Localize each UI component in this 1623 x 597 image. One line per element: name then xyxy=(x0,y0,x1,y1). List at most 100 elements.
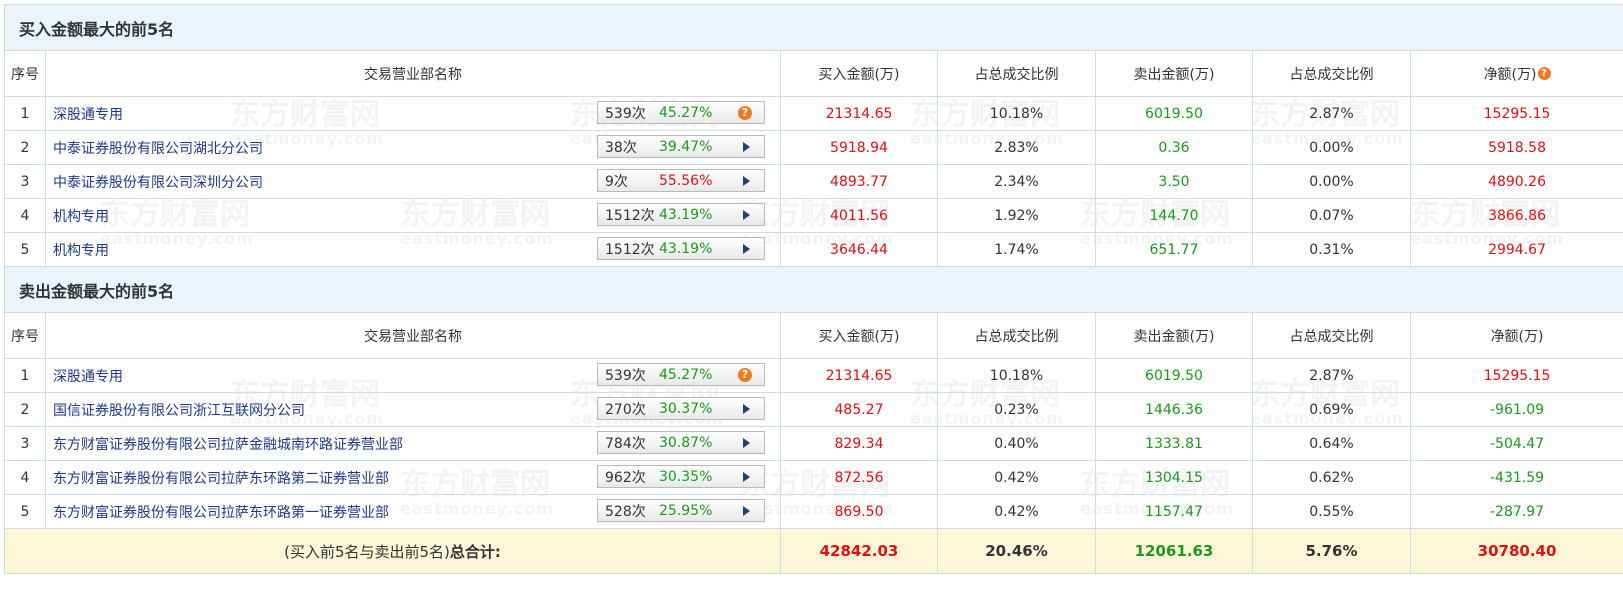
play-triangle-icon[interactable] xyxy=(743,142,750,152)
table-row: 4 机构专用 1512次 43.19% 4011.56 1.92% 144.70 … xyxy=(4,198,1623,233)
branch-name-link[interactable]: 东方财富证券股份有限公司拉萨金融城南环路证券营业部 xyxy=(53,437,403,453)
help-icon[interactable]: ? xyxy=(738,368,752,382)
sell-ratio: 0.55% xyxy=(1252,494,1411,529)
branch-stat-box[interactable]: 539次 45.27%? xyxy=(597,363,765,386)
total-net-amount: 30780.40 xyxy=(1409,528,1623,574)
net-amount: 15295.15 xyxy=(1409,358,1623,393)
buy-amount: 869.50 xyxy=(780,494,938,529)
sell-amount: 1304.15 xyxy=(1095,460,1253,495)
branch-stat-box[interactable]: 38次 39.47% xyxy=(597,135,765,158)
play-triangle-icon[interactable] xyxy=(743,506,750,516)
buy-ratio: 0.42% xyxy=(937,460,1096,495)
row-branch: 深股通专用 539次 45.27%? xyxy=(45,96,781,131)
sell-amount: 651.77 xyxy=(1095,232,1253,267)
col-header-seq: 序号 xyxy=(4,50,46,97)
trade-count: 1512次 xyxy=(605,241,655,258)
play-triangle-icon[interactable] xyxy=(743,244,750,254)
branch-name-link[interactable]: 机构专用 xyxy=(53,243,109,259)
row-branch: 东方财富证券股份有限公司拉萨东环路第二证券营业部 962次 30.35% xyxy=(45,460,781,495)
branch-stat-box[interactable]: 9次 55.56% xyxy=(597,169,765,192)
sell-amount: 6019.50 xyxy=(1095,358,1253,393)
col-header-net: 净额(万) xyxy=(1409,312,1623,359)
col-header-sell-ratio: 占总成交比例 xyxy=(1252,50,1411,97)
table-row: 3 东方财富证券股份有限公司拉萨金融城南环路证券营业部 784次 30.87% 8… xyxy=(4,426,1623,461)
sell-ratio: 0.00% xyxy=(1252,164,1411,199)
net-amount: -287.97 xyxy=(1409,494,1623,529)
branch-name-link[interactable]: 中泰证券股份有限公司深圳分公司 xyxy=(53,175,263,191)
sell-ratio: 0.07% xyxy=(1252,198,1411,233)
sell-ratio: 0.31% xyxy=(1252,232,1411,267)
total-label-prefix: (买入前5名与卖出前5名) xyxy=(284,542,450,561)
col-header-seq: 序号 xyxy=(4,312,46,359)
sell-ratio: 0.69% xyxy=(1252,392,1411,427)
col-header-net-label: 净额(万) xyxy=(1483,66,1537,83)
success-rate: 30.87% xyxy=(659,434,713,451)
branch-stat-box[interactable]: 528次 25.95% xyxy=(597,499,765,522)
net-amount: 3866.86 xyxy=(1409,198,1623,233)
col-header-sell: 卖出金额(万) xyxy=(1095,312,1253,359)
net-amount: 4890.26 xyxy=(1409,164,1623,199)
col-header-sell: 卖出金额(万) xyxy=(1095,50,1253,97)
branch-name-link[interactable]: 中泰证券股份有限公司湖北分公司 xyxy=(53,141,263,157)
row-branch: 机构专用 1512次 43.19% xyxy=(45,232,781,267)
branch-name-link[interactable]: 深股通专用 xyxy=(53,369,123,385)
trade-count: 1512次 xyxy=(605,207,655,224)
trade-count: 784次 xyxy=(605,435,646,452)
buy-amount: 3646.44 xyxy=(780,232,938,267)
branch-stat-box[interactable]: 1512次 43.19% xyxy=(597,203,765,226)
sell-ratio: 0.64% xyxy=(1252,426,1411,461)
buy-amount: 21314.65 xyxy=(780,358,938,393)
play-triangle-icon[interactable] xyxy=(743,210,750,220)
branch-name-link[interactable]: 深股通专用 xyxy=(53,107,123,123)
total-buy-amount: 42842.03 xyxy=(780,528,938,574)
buy-amount: 872.56 xyxy=(780,460,938,495)
buy-ratio: 10.18% xyxy=(937,96,1096,131)
table-row: 2 国信证券股份有限公司浙江互联网分公司 270次 30.37% 485.27 0… xyxy=(4,392,1623,427)
branch-name-link[interactable]: 国信证券股份有限公司浙江互联网分公司 xyxy=(53,403,305,419)
branch-stat-box[interactable]: 539次 45.27%? xyxy=(597,101,765,124)
branch-stat-box[interactable]: 270次 30.37% xyxy=(597,397,765,420)
net-amount: -504.47 xyxy=(1409,426,1623,461)
table-row: 1 深股通专用 539次 45.27%? 21314.65 10.18% 6019… xyxy=(4,358,1623,393)
help-icon[interactable]: ? xyxy=(738,106,752,120)
buy-section-title: 买入金额最大的前5名 xyxy=(3,4,1623,51)
buy-amount: 5918.94 xyxy=(780,130,938,165)
play-triangle-icon[interactable] xyxy=(743,438,750,448)
col-header-buy-ratio: 占总成交比例 xyxy=(937,50,1096,97)
play-triangle-icon[interactable] xyxy=(743,404,750,414)
sell-column-headers: 序号 交易营业部名称 买入金额(万) 占总成交比例 卖出金额(万) 占总成交比例… xyxy=(4,312,1623,359)
total-row: (买入前5名与卖出前5名)总合计: 42842.03 20.46% 12061.… xyxy=(4,528,1623,574)
col-header-buy-ratio: 占总成交比例 xyxy=(937,312,1096,359)
col-header-buy: 买入金额(万) xyxy=(780,50,938,97)
net-amount: -961.09 xyxy=(1409,392,1623,427)
branch-name-link[interactable]: 东方财富证券股份有限公司拉萨东环路第一证券营业部 xyxy=(53,505,389,521)
row-seq: 2 xyxy=(4,130,46,165)
sell-amount: 1333.81 xyxy=(1095,426,1253,461)
table-row: 4 东方财富证券股份有限公司拉萨东环路第二证券营业部 962次 30.35% 87… xyxy=(4,460,1623,495)
total-buy-ratio: 20.46% xyxy=(937,528,1096,574)
trade-count: 9次 xyxy=(605,173,628,190)
buy-amount: 21314.65 xyxy=(780,96,938,131)
play-triangle-icon[interactable] xyxy=(743,472,750,482)
row-branch: 机构专用 1512次 43.19% xyxy=(45,198,781,233)
help-icon[interactable]: ? xyxy=(1537,66,1551,80)
net-amount: 15295.15 xyxy=(1409,96,1623,131)
branch-stat-box[interactable]: 962次 30.35% xyxy=(597,465,765,488)
branch-name-link[interactable]: 机构专用 xyxy=(53,209,109,225)
dragon-tiger-table: 买入金额最大的前5名 序号 交易营业部名称 买入金额(万) 占总成交比例 卖出金… xyxy=(3,4,1623,574)
trade-count: 539次 xyxy=(605,105,646,122)
row-seq: 3 xyxy=(4,164,46,199)
sell-ratio: 2.87% xyxy=(1252,358,1411,393)
sell-amount: 6019.50 xyxy=(1095,96,1253,131)
play-triangle-icon[interactable] xyxy=(743,176,750,186)
sell-ratio: 2.87% xyxy=(1252,96,1411,131)
sell-ratio: 0.62% xyxy=(1252,460,1411,495)
branch-stat-box[interactable]: 784次 30.87% xyxy=(597,431,765,454)
success-rate: 43.19% xyxy=(659,240,713,257)
col-header-sell-ratio: 占总成交比例 xyxy=(1252,312,1411,359)
branch-name-link[interactable]: 东方财富证券股份有限公司拉萨东环路第二证券营业部 xyxy=(53,471,389,487)
table-row: 1 深股通专用 539次 45.27%? 21314.65 10.18% 6019… xyxy=(4,96,1623,131)
row-seq: 5 xyxy=(4,494,46,529)
success-rate: 30.35% xyxy=(659,468,713,485)
branch-stat-box[interactable]: 1512次 43.19% xyxy=(597,237,765,260)
